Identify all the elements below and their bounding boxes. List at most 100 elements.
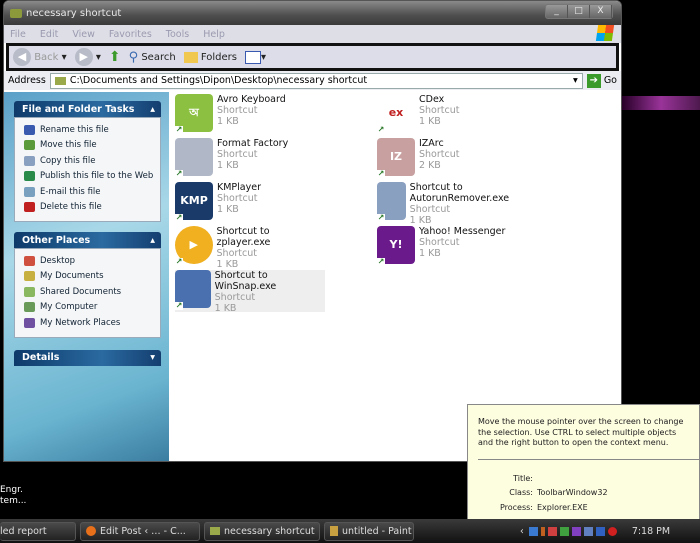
- task-move[interactable]: Move this file: [24, 138, 160, 154]
- email-icon: [24, 186, 35, 197]
- inspector-tooltip: Move the mouse pointer over the screen t…: [467, 404, 700, 527]
- file-name: CDex: [419, 94, 445, 105]
- file-type: Shortcut: [217, 105, 258, 116]
- class-value: ToolbarWindow32: [537, 488, 608, 497]
- copy-icon: [24, 155, 35, 166]
- file-name: Format Factory: [217, 138, 289, 149]
- divider: [478, 458, 699, 460]
- menu-view[interactable]: View: [72, 29, 95, 40]
- folder-icon: [10, 8, 22, 18]
- panel-title: Other Places: [22, 234, 91, 246]
- tray-antivirus-icon[interactable]: [607, 526, 617, 536]
- menu-edit[interactable]: Edit: [40, 29, 58, 40]
- file-item[interactable]: IZ ↗ IZArc Shortcut 2 KB: [377, 138, 527, 180]
- back-label: Back: [34, 51, 59, 63]
- minimize-button[interactable]: _: [546, 5, 568, 18]
- tray-icon[interactable]: [559, 526, 569, 536]
- file-name: Shortcut to AutorunRemover.exe: [409, 182, 510, 204]
- firefox-icon: [86, 526, 96, 536]
- forward-button[interactable]: ▶ ▾: [74, 48, 101, 66]
- address-input[interactable]: C:\Documents and Settings\Dipon\Desktop\…: [49, 72, 583, 89]
- explorer-window: necessary shortcut _ □ X File Edit View …: [3, 0, 622, 462]
- tray-icon[interactable]: [540, 526, 545, 536]
- place-desktop[interactable]: Desktop: [24, 253, 160, 269]
- collapse-icon[interactable]: ▴: [150, 235, 155, 246]
- desktop-icon-label: Engr.: [0, 485, 23, 495]
- up-button[interactable]: ⬆: [109, 49, 121, 65]
- panel-header[interactable]: Details ▾: [14, 349, 161, 366]
- file-item[interactable]: ▶ ↗ Shortcut to zplayer.exe Shortcut 1 KB: [175, 226, 325, 270]
- place-network-places[interactable]: My Network Places: [24, 315, 160, 331]
- back-button[interactable]: ◀ Back ▾: [13, 48, 67, 66]
- task-delete[interactable]: Delete this file: [24, 200, 160, 216]
- panel-header[interactable]: Other Places ▴: [14, 232, 161, 248]
- task-publish-web[interactable]: Publish this file to the Web: [24, 169, 160, 185]
- file-item[interactable]: ↗ Shortcut to AutorunRemover.exe Shortcut 1…: [377, 182, 527, 226]
- tray-icon[interactable]: [547, 526, 557, 536]
- file-item[interactable]: ↗ Shortcut to WinSnap.exe Shortcut 1 KB: [175, 270, 325, 314]
- views-button[interactable]: ▾: [245, 50, 266, 64]
- file-item[interactable]: অ ↗ Avro Keyboard Shortcut 1 KB: [175, 94, 325, 136]
- desktop-icon[interactable]: Engr. tem...: [0, 485, 26, 507]
- tray-icon[interactable]: [571, 526, 581, 536]
- task-copy[interactable]: Copy this file: [24, 153, 160, 169]
- file-type: Shortcut: [419, 149, 460, 160]
- menu-tools[interactable]: Tools: [166, 29, 189, 40]
- tray-icon[interactable]: [595, 526, 605, 536]
- file-item[interactable]: ↗ Format Factory Shortcut 1 KB: [175, 138, 325, 180]
- taskbar-item-paint[interactable]: untitled - Paint: [324, 521, 414, 541]
- move-icon: [24, 140, 35, 151]
- place-label: My Documents: [40, 271, 104, 282]
- maximize-button[interactable]: □: [568, 5, 590, 18]
- menu-favorites[interactable]: Favorites: [109, 29, 152, 40]
- shortcut-arrow-icon: ↗: [377, 125, 385, 134]
- file-size: 2 KB: [419, 160, 441, 171]
- file-name: IZArc: [419, 138, 444, 149]
- desktop-icon: [24, 255, 35, 266]
- file-size: 1 KB: [216, 259, 239, 270]
- panel-header[interactable]: File and Folder Tasks ▴: [14, 101, 161, 117]
- go-button[interactable]: ➔ Go: [586, 73, 617, 88]
- windows-logo-icon: [595, 25, 615, 41]
- file-item[interactable]: Y! ↗ Yahoo! Messenger Shortcut 1 KB: [377, 226, 527, 268]
- taskbar-label: Edit Post ‹ … - C...: [100, 525, 186, 537]
- kmplayer-icon: KMP ↗: [175, 182, 213, 222]
- tray-expand-icon[interactable]: ‹: [520, 526, 524, 537]
- winsnap-icon: ↗: [175, 270, 211, 310]
- file-item[interactable]: KMP ↗ KMPlayer Shortcut 1 KB: [175, 182, 325, 224]
- paint-icon: [330, 526, 338, 536]
- clock[interactable]: 7:18 PM: [632, 526, 670, 537]
- place-label: Desktop: [40, 255, 76, 266]
- place-shared-documents[interactable]: Shared Documents: [24, 284, 160, 300]
- tray-icon[interactable]: [583, 526, 593, 536]
- desktop-icon-label: tem...: [0, 496, 27, 506]
- folders-button[interactable]: Folders: [183, 51, 237, 63]
- title-bar[interactable]: necessary shortcut _ □ X: [4, 1, 621, 25]
- search-button[interactable]: ⚲ Search: [129, 50, 176, 65]
- task-email[interactable]: E-mail this file: [24, 184, 160, 200]
- zplayer-icon: ▶ ↗: [175, 226, 213, 266]
- expand-icon[interactable]: ▾: [150, 352, 155, 363]
- taskbar-item-explorer[interactable]: necessary shortcut: [204, 521, 320, 541]
- shortcut-arrow-icon: ↗: [175, 301, 183, 310]
- shortcut-arrow-icon: ↗: [175, 169, 183, 178]
- taskbar-item-report[interactable]: led report: [0, 521, 76, 541]
- address-dropdown-icon[interactable]: ▾: [573, 75, 578, 86]
- menu-help[interactable]: Help: [203, 29, 225, 40]
- task-rename[interactable]: Rename this file: [24, 122, 160, 138]
- place-my-computer[interactable]: My Computer: [24, 300, 160, 316]
- menu-file[interactable]: File: [10, 29, 26, 40]
- shortcut-arrow-icon: ↗: [377, 213, 385, 222]
- place-my-documents[interactable]: My Documents: [24, 269, 160, 285]
- tray-network-icon[interactable]: [528, 526, 538, 536]
- taskbar-item-firefox[interactable]: Edit Post ‹ … - C...: [80, 521, 200, 541]
- task-label: E-mail this file: [40, 186, 101, 197]
- close-button[interactable]: X: [590, 5, 612, 18]
- task-label: Publish this file to the Web: [40, 171, 154, 182]
- back-arrow-icon: ◀: [13, 48, 31, 66]
- task-label: Rename this file: [40, 124, 109, 135]
- file-folder-tasks-panel: File and Folder Tasks ▴ Rename this file M…: [14, 101, 161, 222]
- file-type: Shortcut: [409, 204, 451, 215]
- collapse-icon[interactable]: ▴: [150, 104, 155, 115]
- file-item[interactable]: ex ↗ CDex Shortcut 1 KB: [377, 94, 527, 136]
